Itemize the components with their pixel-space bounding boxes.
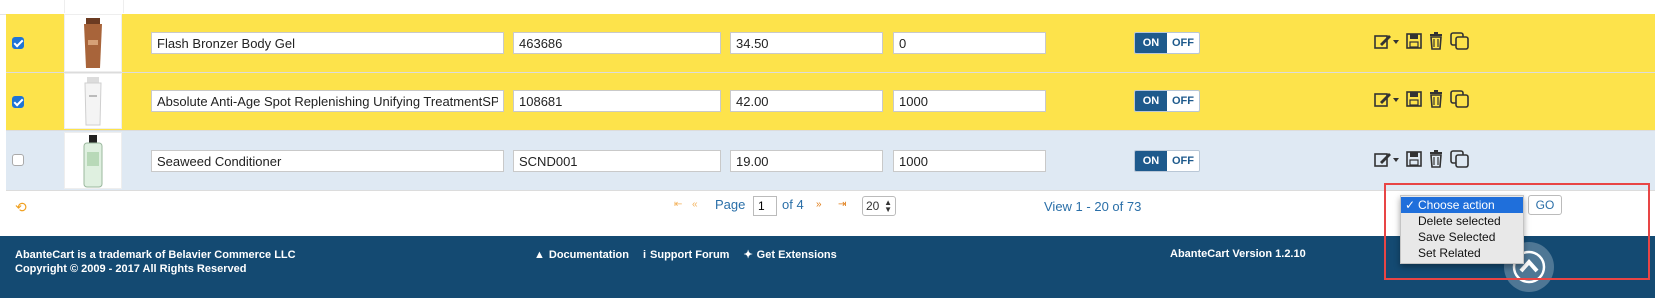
status-off[interactable]: OFF — [1167, 91, 1199, 111]
status-toggle[interactable]: ON OFF — [1134, 32, 1200, 54]
product-name-input[interactable] — [151, 32, 504, 54]
graduation-cap-icon: ▲ — [534, 248, 545, 261]
footer-legal: AbanteCart is a trademark of Belavier Co… — [15, 248, 296, 276]
trademark-text: AbanteCart is a trademark of Belavier Co… — [15, 249, 296, 261]
info-icon: i — [642, 248, 647, 261]
status-on[interactable]: ON — [1135, 91, 1167, 111]
view-range-text: View 1 - 20 of 73 — [1044, 199, 1142, 214]
support-forum-label: Support Forum — [650, 248, 730, 261]
prev-page-icon[interactable]: « — [692, 199, 698, 210]
product-quantity-input[interactable] — [893, 90, 1046, 112]
last-page-icon[interactable]: ⇥ — [838, 199, 846, 210]
support-forum-link[interactable]: i Support Forum — [643, 249, 730, 261]
status-off[interactable]: OFF — [1167, 33, 1199, 53]
edit-dropdown-icon[interactable] — [1374, 150, 1400, 168]
status-on[interactable]: ON — [1135, 151, 1167, 171]
product-quantity-input[interactable] — [893, 150, 1046, 172]
puzzle-icon: ✦ — [743, 249, 753, 261]
table-row: ON OFF — [6, 14, 1655, 73]
footer-links: ▲ Documentation i Support Forum ✦ Get Ex… — [534, 248, 837, 262]
copyright-text: Copyright © 2009 - 2017 All Rights Reser… — [15, 263, 247, 275]
get-extensions-link[interactable]: ✦ Get Extensions — [743, 248, 837, 262]
delete-icon[interactable] — [1428, 90, 1444, 108]
status-toggle[interactable]: ON OFF — [1134, 150, 1200, 172]
status-on[interactable]: ON — [1135, 33, 1167, 53]
product-model-input[interactable] — [513, 90, 721, 112]
action-option-choose[interactable]: Choose action — [1401, 197, 1523, 213]
clone-icon[interactable] — [1450, 150, 1470, 168]
save-icon[interactable] — [1406, 90, 1422, 108]
table-row: ON OFF — [6, 131, 1655, 191]
product-price-input[interactable] — [730, 90, 883, 112]
go-button[interactable]: GO — [1528, 195, 1562, 215]
page-size-select[interactable]: 20 ▲ ▼ — [862, 196, 896, 216]
action-select-menu[interactable]: Choose action Delete selected Save Selec… — [1400, 195, 1524, 264]
action-option-delete[interactable]: Delete selected — [1401, 213, 1523, 229]
table-row: ON OFF — [6, 73, 1655, 131]
product-thumbnail — [64, 14, 122, 72]
previous-row-edge — [0, 0, 1655, 15]
page-size-value: 20 — [866, 199, 880, 213]
row-actions — [1374, 32, 1470, 50]
bronzer-tube-image — [84, 18, 102, 68]
version-text: AbanteCart Version 1.2.10 — [1170, 248, 1306, 260]
refresh-icon[interactable]: ⟲ — [15, 199, 27, 216]
product-model-input[interactable] — [513, 150, 721, 172]
row-actions — [1374, 90, 1470, 108]
save-icon[interactable] — [1406, 150, 1422, 168]
save-icon[interactable] — [1406, 32, 1422, 50]
product-thumbnail — [64, 73, 122, 129]
cream-tube-image — [84, 77, 102, 126]
delete-icon[interactable] — [1428, 150, 1444, 168]
edit-dropdown-icon[interactable] — [1374, 32, 1400, 50]
row-actions — [1374, 150, 1470, 168]
conditioner-bottle-image — [83, 134, 103, 187]
documentation-label: Documentation — [548, 248, 629, 261]
clone-icon[interactable] — [1450, 90, 1470, 108]
product-model-input[interactable] — [513, 32, 721, 54]
product-thumbnail — [64, 0, 124, 13]
product-name-input[interactable] — [151, 150, 504, 172]
row-checkbox[interactable] — [12, 37, 24, 49]
documentation-link[interactable]: ▲ Documentation — [534, 249, 629, 261]
next-page-icon[interactable]: » — [816, 199, 822, 210]
first-page-icon[interactable]: ⇤ — [674, 199, 682, 210]
updown-icon: ▲ ▼ — [884, 198, 892, 214]
delete-icon[interactable] — [1428, 32, 1444, 50]
row-checkbox[interactable] — [12, 154, 24, 166]
clone-icon[interactable] — [1450, 32, 1470, 50]
product-price-input[interactable] — [730, 32, 883, 54]
page-count: of 4 — [782, 197, 804, 212]
action-option-save[interactable]: Save Selected — [1401, 229, 1523, 245]
status-off[interactable]: OFF — [1167, 151, 1199, 171]
row-checkbox[interactable] — [12, 96, 24, 108]
product-price-input[interactable] — [730, 150, 883, 172]
product-name-input[interactable] — [151, 90, 504, 112]
product-thumbnail — [64, 132, 122, 189]
page-label: Page — [715, 197, 746, 212]
page-number-input[interactable] — [753, 196, 777, 216]
edit-dropdown-icon[interactable] — [1374, 90, 1400, 108]
get-extensions-label: Get Extensions — [756, 248, 837, 261]
product-quantity-input[interactable] — [893, 32, 1046, 54]
action-option-set-related[interactable]: Set Related — [1401, 245, 1523, 261]
status-toggle[interactable]: ON OFF — [1134, 90, 1200, 112]
